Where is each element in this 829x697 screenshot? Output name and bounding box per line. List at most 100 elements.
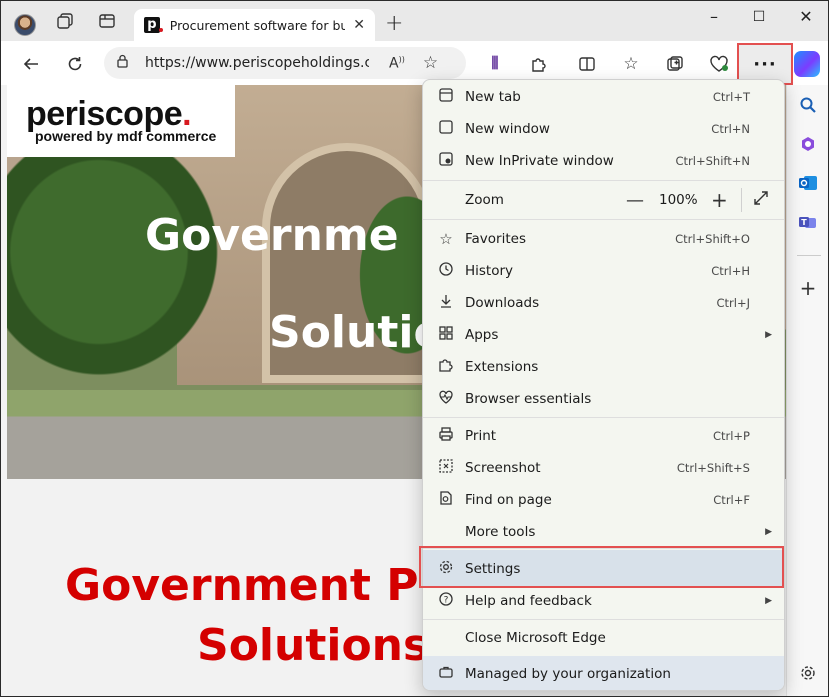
browser-window: p Procurement software for buyers ✕ + – … bbox=[0, 0, 829, 697]
menu-item-managed-by-org[interactable]: Managed by your organization bbox=[423, 656, 784, 690]
copilot-icon[interactable] bbox=[794, 51, 820, 77]
section-heading-line2: Solutions bbox=[197, 620, 430, 671]
menu-shortcut: Ctrl+N bbox=[711, 122, 750, 136]
chevron-right-icon: ▶ bbox=[765, 330, 772, 340]
managed-row: Managed by your organization bbox=[423, 658, 784, 690]
favorite-star-icon[interactable]: ☆ bbox=[423, 53, 438, 73]
chevron-right-icon: ▶ bbox=[765, 596, 772, 606]
printer-icon bbox=[436, 426, 456, 446]
menu-label: Browser essentials bbox=[465, 391, 592, 407]
menu-label: New window bbox=[465, 121, 550, 137]
menu-label: Close Microsoft Edge bbox=[465, 630, 606, 646]
read-aloud-icon[interactable]: A)) bbox=[389, 55, 405, 72]
menu-divider bbox=[423, 619, 784, 620]
menu-item-new-window[interactable]: New window Ctrl+N bbox=[423, 113, 784, 145]
menu-item-print[interactable]: Print Ctrl+P bbox=[423, 420, 784, 452]
menu-item-find-on-page[interactable]: Find on page Ctrl+F bbox=[423, 484, 784, 516]
profile-avatar[interactable] bbox=[14, 14, 36, 36]
new-tab-button[interactable]: + bbox=[385, 11, 403, 36]
new-tab-icon bbox=[436, 87, 456, 107]
menu-shortcut: Ctrl+Shift+S bbox=[676, 461, 750, 475]
apps-icon bbox=[436, 325, 456, 345]
tab-title: Procurement software for buyers bbox=[169, 17, 345, 33]
menu-label: Managed by your organization bbox=[465, 666, 671, 682]
section-heading-line1: Government Pr bbox=[65, 560, 441, 611]
download-icon bbox=[436, 293, 456, 313]
menu-label: History bbox=[465, 263, 514, 279]
zoom-in-button[interactable]: + bbox=[711, 188, 728, 212]
menu-label: More tools bbox=[465, 524, 536, 540]
hero-heading-line2: Solutio bbox=[269, 307, 444, 358]
menu-shortcut: Ctrl+Shift+N bbox=[675, 154, 750, 168]
plus-icon[interactable]: + bbox=[796, 276, 820, 300]
copilot-sidebar-icon[interactable] bbox=[796, 132, 820, 156]
menu-item-extensions[interactable]: Extensions bbox=[423, 351, 784, 383]
menu-divider bbox=[423, 417, 784, 418]
zoom-value: 100% bbox=[659, 192, 698, 208]
tab-close-icon[interactable]: ✕ bbox=[353, 17, 365, 33]
inprivate-icon bbox=[436, 151, 456, 171]
help-icon: ? bbox=[436, 591, 456, 611]
active-tab[interactable]: p Procurement software for buyers ✕ bbox=[134, 9, 375, 41]
workspaces-icon[interactable] bbox=[54, 10, 76, 32]
menu-item-history[interactable]: History Ctrl+H bbox=[423, 255, 784, 287]
back-icon[interactable] bbox=[18, 51, 44, 77]
gear-icon[interactable] bbox=[796, 661, 820, 685]
refresh-icon[interactable] bbox=[62, 51, 88, 77]
search-icon[interactable] bbox=[796, 93, 820, 117]
lock-icon[interactable] bbox=[116, 54, 129, 72]
menu-shortcut: Ctrl+J bbox=[716, 296, 751, 310]
outlook-icon[interactable] bbox=[796, 171, 820, 195]
zoom-out-button[interactable]: — bbox=[626, 190, 644, 211]
menu-item-new-tab[interactable]: New tab Ctrl+T bbox=[423, 81, 784, 113]
title-bar: p Procurement software for buyers ✕ + – … bbox=[1, 1, 828, 41]
screenshot-icon bbox=[436, 458, 456, 478]
extensions-icon[interactable] bbox=[526, 51, 552, 77]
menu-item-favorites[interactable]: ☆ Favorites Ctrl+Shift+O bbox=[423, 223, 784, 255]
briefcase-icon bbox=[436, 664, 456, 684]
menu-item-apps[interactable]: Apps ▶ bbox=[423, 319, 784, 351]
edge-sidebar: T + bbox=[786, 85, 828, 696]
menu-shortcut: Ctrl+F bbox=[713, 493, 750, 507]
menu-item-screenshot[interactable]: Screenshot Ctrl+Shift+S bbox=[423, 452, 784, 484]
puzzle-icon bbox=[436, 357, 456, 377]
menu-item-help-and-feedback[interactable]: ? Help and feedback ▶ bbox=[423, 585, 784, 617]
collections-icon[interactable] bbox=[662, 51, 688, 77]
browser-essentials-icon[interactable] bbox=[706, 51, 732, 77]
menu-label: Downloads bbox=[465, 295, 540, 311]
menu-item-browser-essentials[interactable]: Browser essentials bbox=[423, 383, 784, 415]
zoom-label: Zoom bbox=[465, 192, 504, 208]
menu-item-downloads[interactable]: Downloads Ctrl+J bbox=[423, 287, 784, 319]
chevron-right-icon: ▶ bbox=[765, 527, 772, 537]
menu-divider bbox=[423, 180, 784, 181]
sidebar-divider bbox=[797, 255, 821, 256]
settings-highlight-box bbox=[419, 546, 784, 588]
tab-actions-icon[interactable] bbox=[96, 10, 118, 32]
menu-label: Help and feedback bbox=[465, 593, 592, 609]
menu-label: Screenshot bbox=[465, 460, 541, 476]
minimize-button[interactable]: – bbox=[699, 7, 729, 26]
svg-text:T: T bbox=[801, 218, 807, 227]
favorites-icon: ☆ bbox=[439, 230, 453, 248]
menu-label: Favorites bbox=[465, 231, 526, 247]
extension-wave-icon[interactable]: ⫴ bbox=[482, 51, 508, 77]
favorites-bar-icon[interactable]: ☆ bbox=[618, 51, 644, 77]
teams-icon[interactable]: T bbox=[796, 210, 820, 234]
menu-divider bbox=[423, 219, 784, 220]
fullscreen-icon[interactable] bbox=[753, 190, 769, 210]
menu-shortcut: Ctrl+P bbox=[712, 429, 750, 443]
close-window-button[interactable]: ✕ bbox=[791, 7, 821, 26]
menu-item-close-edge[interactable]: Close Microsoft Edge bbox=[423, 622, 784, 654]
split-screen-icon[interactable] bbox=[574, 51, 600, 77]
menu-shortcut: Ctrl+T bbox=[712, 90, 750, 104]
menu-item-zoom: Zoom — 100% + bbox=[423, 184, 784, 216]
url-text[interactable]: https://www.periscopeholdings.co... bbox=[145, 55, 369, 71]
menu-item-new-inprivate-window[interactable]: New InPrivate window Ctrl+Shift+N bbox=[423, 145, 784, 177]
address-bar[interactable]: https://www.periscopeholdings.co... A)) … bbox=[104, 47, 466, 79]
menu-label: New InPrivate window bbox=[465, 153, 614, 169]
find-page-icon bbox=[436, 490, 456, 510]
periscope-logo[interactable]: periscope. powered by mdf commerce bbox=[7, 85, 235, 157]
maximize-button[interactable]: ☐ bbox=[744, 9, 774, 25]
menu-item-more-tools[interactable]: More tools ▶ bbox=[423, 516, 784, 548]
history-icon bbox=[436, 261, 456, 281]
